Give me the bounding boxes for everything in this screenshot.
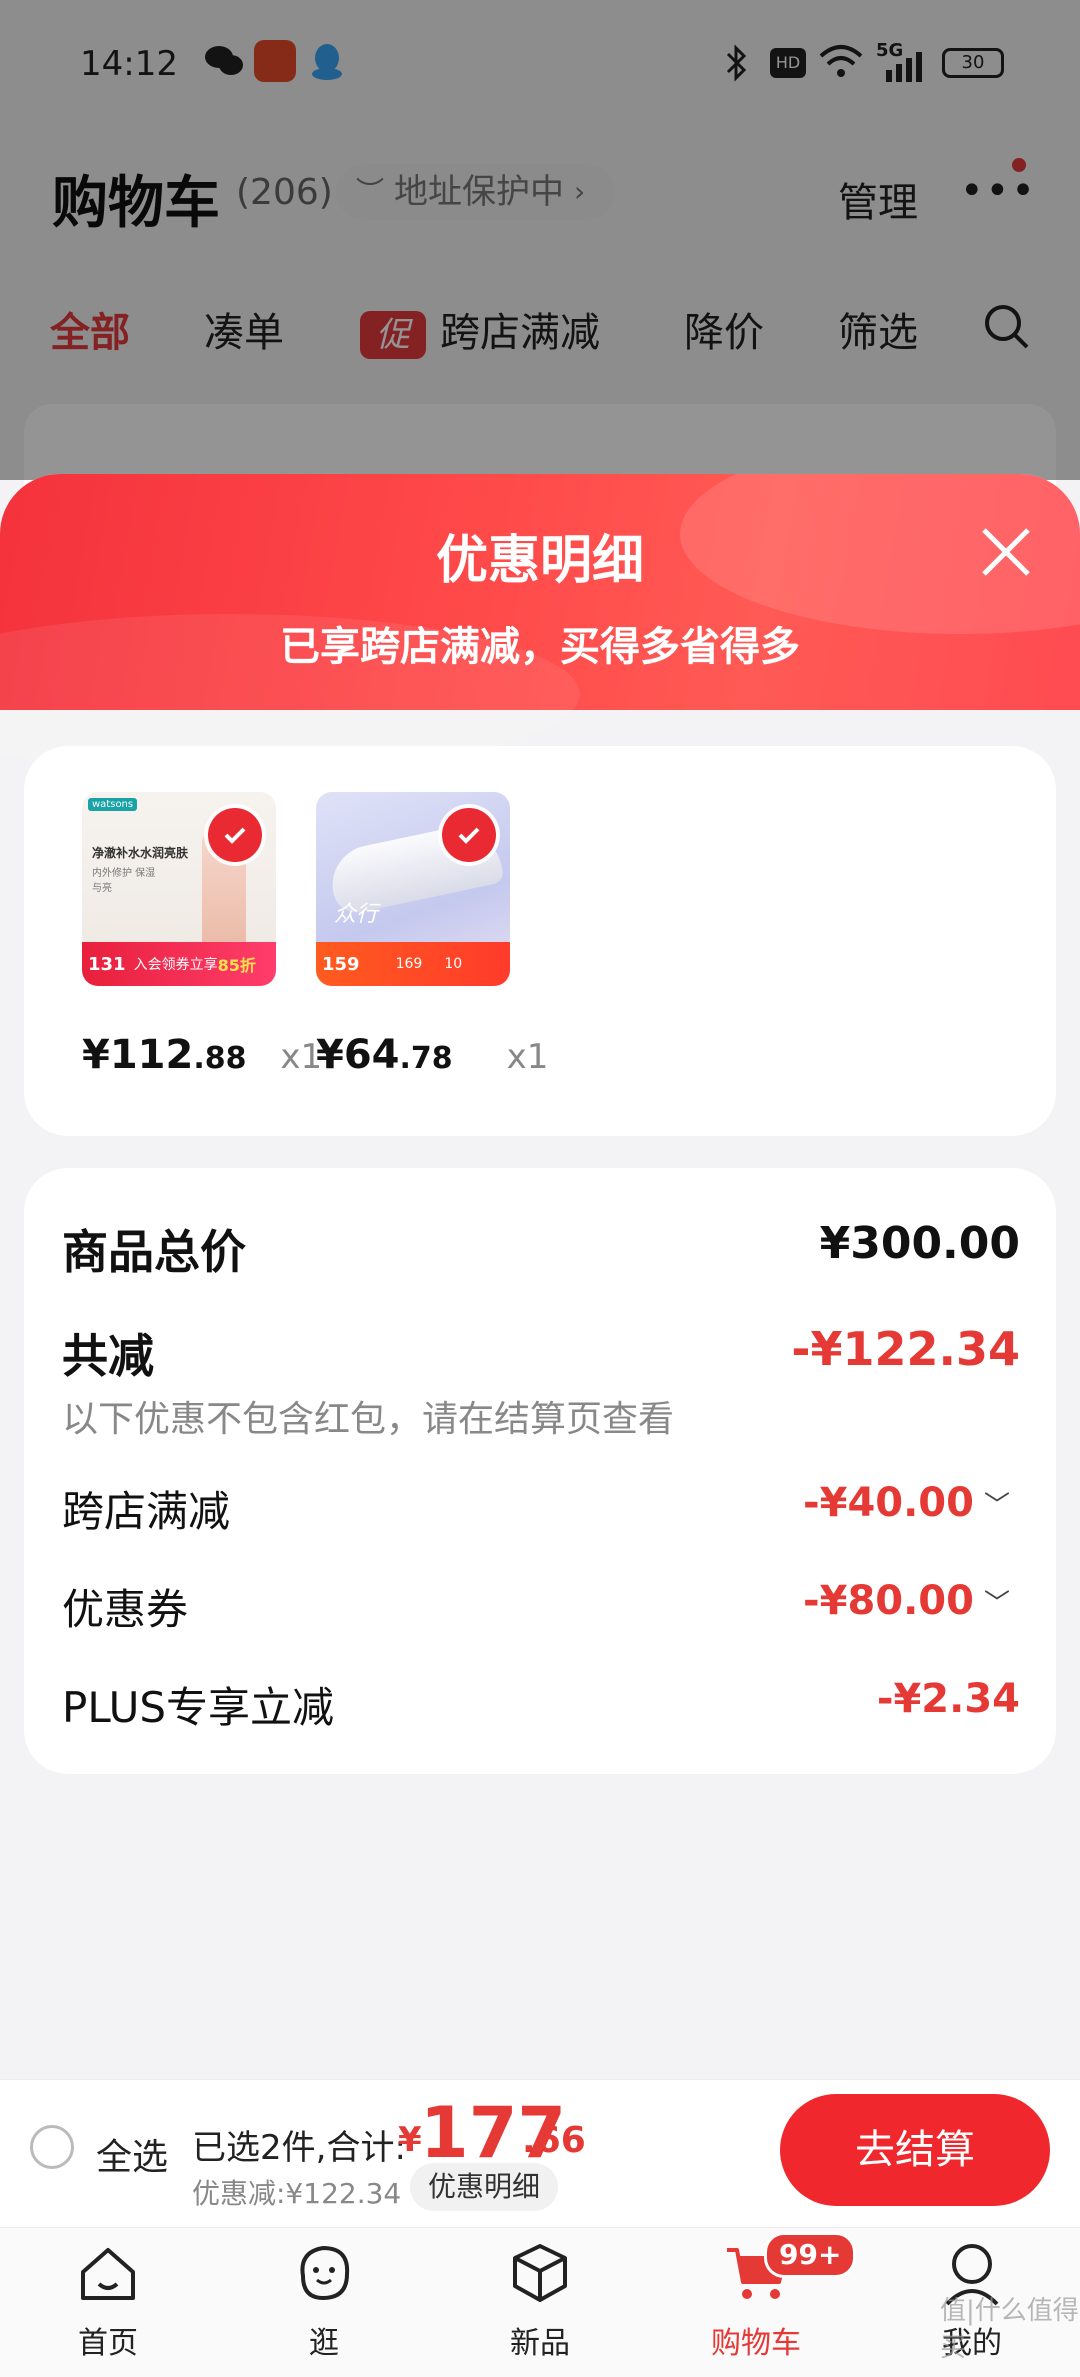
- price-int: ¥64: [316, 1032, 400, 1078]
- home-icon: [81, 2248, 135, 2300]
- product-price: ¥112.88 x1: [82, 1032, 322, 1078]
- close-icon[interactable]: [978, 524, 1034, 580]
- modal-overlay[interactable]: [0, 0, 1080, 480]
- face-icon: [300, 2245, 350, 2301]
- discount-detail-button[interactable]: 优惠明细: [410, 2163, 559, 2211]
- coupon-label: 优惠券: [62, 1585, 189, 1634]
- product-name: 众行: [334, 902, 379, 927]
- sheet-header: 优惠明细 已享跨店满减，买得多省得多: [0, 474, 1080, 774]
- cross-store-discount-row[interactable]: -¥40.00 ﹀: [803, 1480, 1010, 1526]
- total-price-label: 商品总价: [62, 1225, 246, 1279]
- price-dec: .78: [399, 1041, 453, 1076]
- cross-store-discount-value: -¥40.00: [803, 1480, 974, 1526]
- nav-new-label: 新品: [510, 2326, 570, 2361]
- price-dec: .88: [193, 1041, 247, 1076]
- site-watermark: 值|什么值得买: [940, 2296, 1079, 2363]
- total-reduce-value: -¥122.34: [791, 1322, 1020, 1376]
- total-amount-dec: .66: [522, 2120, 586, 2161]
- nav-home-label: 首页: [78, 2326, 138, 2361]
- checkout-button[interactable]: 去结算: [780, 2094, 1050, 2206]
- product-name: 净澈补水水润亮肤: [92, 846, 189, 860]
- total-price-value: ¥300.00: [819, 1218, 1020, 1269]
- promo-strip: 131 入会领券立享 85折: [82, 942, 276, 986]
- reduce-note: 以下优惠不包含红包，请在结算页查看: [62, 1399, 675, 1440]
- select-all-label[interactable]: 全选: [96, 2128, 168, 2180]
- discount-summary: 优惠减:¥122.34: [192, 2177, 402, 2210]
- product-qty: x1: [506, 1037, 549, 1077]
- chevron-down-icon: ﹀: [983, 1490, 1010, 1521]
- coupon-value: -¥80.00: [803, 1578, 974, 1624]
- price-int: ¥112: [82, 1032, 194, 1078]
- promo-discount: 85折: [217, 956, 256, 975]
- coupon-row[interactable]: -¥80.00 ﹀: [803, 1578, 1010, 1624]
- total-reduce-label: 共减: [62, 1329, 154, 1383]
- nav-new[interactable]: 新品: [450, 2238, 630, 2362]
- summary-card: 商品总价 ¥300.00 共减 -¥122.34 以下优惠不包含红包，请在结算页…: [24, 1168, 1056, 1774]
- sheet-subtitle: 已享跨店满减，买得多省得多: [280, 624, 800, 670]
- cart-count-badge: 99+: [764, 2232, 857, 2278]
- selected-summary: 已选2件,合计:: [192, 2128, 406, 2168]
- promo-text: 入会领券立享: [133, 957, 218, 973]
- promo-strip: 159 169 10: [316, 942, 510, 986]
- promo-price: 159: [322, 953, 360, 975]
- nav-browse[interactable]: 逛: [234, 2238, 414, 2362]
- plus-discount-value: -¥2.34: [876, 1676, 1020, 1722]
- total-currency: ¥: [398, 2120, 422, 2160]
- product-thumbnail[interactable]: watsons 净澈补水水润亮肤 内外修护 保湿与亮 131 入会领券立享 85…: [82, 792, 276, 986]
- selected-check-icon[interactable]: [208, 808, 262, 862]
- products-card: watsons 净澈补水水润亮肤 内外修护 保湿与亮 131 入会领券立享 85…: [24, 746, 1056, 1136]
- select-all-checkbox[interactable]: [30, 2125, 74, 2169]
- product-brand: watsons: [88, 798, 138, 811]
- product-subtext: 内外修护 保湿与亮: [92, 868, 156, 894]
- selected-check-icon[interactable]: [442, 808, 496, 862]
- nav-browse-label: 逛: [309, 2326, 339, 2361]
- nav-cart-label: 购物车: [711, 2326, 801, 2361]
- promo-mid: 169: [395, 956, 423, 972]
- chevron-down-icon: ﹀: [983, 1588, 1010, 1619]
- sheet-title: 优惠明细: [435, 531, 644, 591]
- discount-detail-sheet: 优惠明细 已享跨店满减，买得多省得多 watsons 净澈补水水润亮肤 内外修护…: [0, 474, 1080, 2079]
- product-thumbnail[interactable]: 众行 159 169 10: [316, 792, 510, 986]
- box-icon: [513, 2244, 567, 2302]
- cross-store-discount-label: 跨店满减: [62, 1487, 231, 1536]
- promo-small: 10: [444, 956, 463, 972]
- product-price: ¥64.78 x1: [316, 1032, 548, 1078]
- promo-price: 131: [88, 953, 126, 975]
- plus-discount-label: PLUS专享立减: [62, 1683, 335, 1732]
- nav-home[interactable]: 首页: [18, 2238, 198, 2362]
